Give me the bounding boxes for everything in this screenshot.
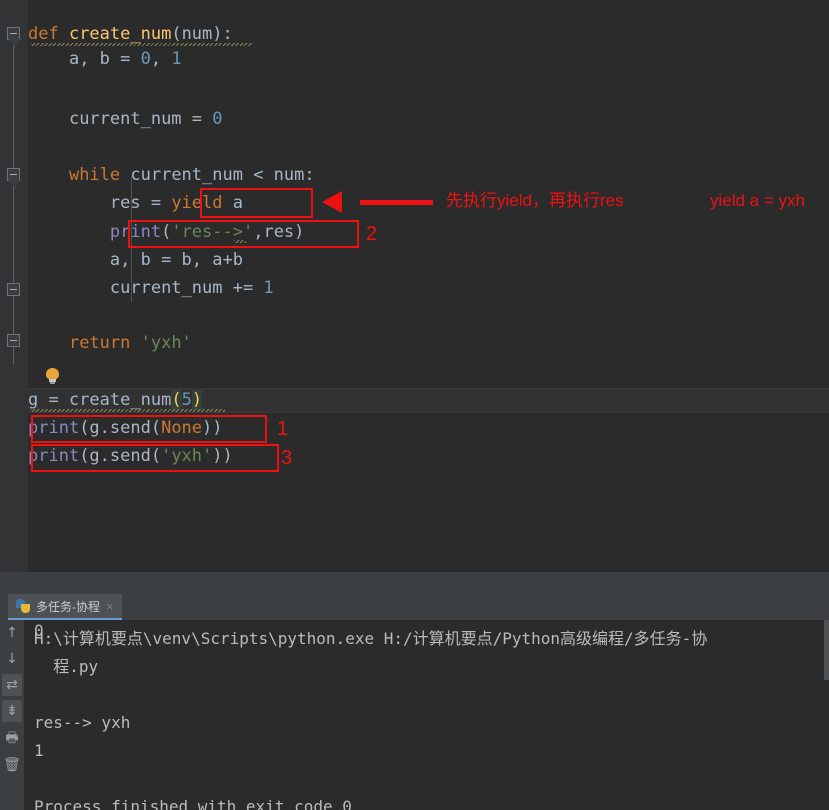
code-line-15[interactable]: print(g.send('yxh')): [28, 444, 233, 469]
print-icon[interactable]: 🖶: [2, 728, 22, 750]
scroll-to-end-icon[interactable]: ⇟: [2, 700, 22, 722]
console-line-6: Process finished with exit code 0: [34, 797, 352, 810]
warning-underline-call: [30, 409, 225, 412]
marker-send-yxh: 3: [281, 447, 293, 469]
code-line-6[interactable]: res = yield a: [28, 191, 243, 216]
python-icon: [16, 599, 30, 613]
annotation-note-side: yield a = yxh: [710, 191, 805, 210]
code-line-14[interactable]: print(g.send(None)): [28, 416, 223, 441]
fold-guide-line: [13, 34, 14, 364]
console-output[interactable]: H:\计算机要点\venv\Scripts\python.exe H:/计算机要…: [24, 620, 829, 810]
marker-send-none: 1: [277, 418, 289, 440]
console-line-3: res--> yxh: [34, 713, 131, 732]
annotation-arrow-shaft: [360, 200, 433, 205]
code-line-3[interactable]: current_num = 0: [28, 107, 223, 132]
fold-marker-while[interactable]: [7, 168, 20, 181]
code-line-5[interactable]: while current_num < num:: [28, 163, 315, 188]
lightbulb-icon[interactable]: [46, 368, 59, 385]
console-line-0: H:\计算机要点\venv\Scripts\python.exe H:/计算机要…: [34, 629, 708, 648]
fold-marker-return[interactable]: [7, 334, 20, 347]
fold-marker-def[interactable]: [7, 27, 20, 40]
console-tab-active[interactable]: 多任务-协程 ×: [8, 594, 122, 620]
code-content[interactable]: def create_num(num): a, b = 0, 1 current…: [28, 0, 829, 572]
console-line-2: 0: [34, 621, 44, 640]
code-line-1[interactable]: a, b = 0, 1: [28, 47, 182, 72]
run-console-panel[interactable]: 多任务-协程 × ↑ ↓ ⇄ ⇟ 🖶 🗑 H:\计算机要点\venv\Scrip…: [0, 594, 829, 810]
code-editor[interactable]: def create_num(num): a, b = 0, 1 current…: [0, 0, 829, 572]
fold-marker-block[interactable]: [7, 283, 20, 296]
clear-all-icon[interactable]: 🗑: [2, 754, 22, 776]
marker-print-res: 2: [366, 223, 378, 245]
console-tab-label: 多任务-协程: [36, 599, 100, 614]
code-line-11[interactable]: return 'yxh': [28, 331, 192, 356]
soft-wrap-icon[interactable]: ⇄: [2, 674, 22, 696]
down-arrow-icon[interactable]: ↓: [2, 648, 22, 670]
warning-underline-def: [30, 43, 252, 46]
code-line-9[interactable]: current_num += 1: [28, 276, 274, 301]
editor-gutter[interactable]: [0, 0, 28, 572]
console-line-1: 程.py: [34, 657, 99, 676]
code-line-8[interactable]: a, b = b, a+b: [28, 248, 243, 273]
panel-divider[interactable]: [0, 572, 829, 594]
close-icon[interactable]: ×: [106, 599, 114, 614]
console-tabbar[interactable]: 多任务-协程 ×: [0, 594, 829, 620]
warning-underline-comma: [234, 240, 246, 243]
code-line-7[interactable]: print('res-->',res): [28, 220, 305, 245]
console-toolbar[interactable]: ↑ ↓ ⇄ ⇟ 🖶 🗑: [0, 620, 24, 810]
annotation-note-main: 先执行yield，再执行res: [446, 191, 624, 210]
up-arrow-icon[interactable]: ↑: [2, 622, 22, 644]
console-scrollbar-thumb[interactable]: [824, 620, 829, 680]
annotation-arrow-head: [322, 191, 342, 213]
console-line-4: 1: [34, 741, 44, 760]
